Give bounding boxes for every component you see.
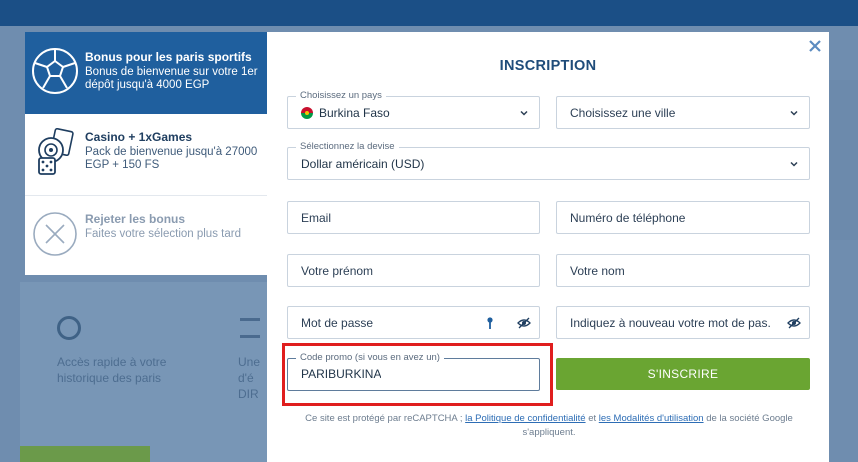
- key-icon[interactable]: [486, 316, 494, 330]
- burkina-flag-icon: [301, 106, 313, 119]
- country-label: Choisissez un pays: [296, 90, 386, 101]
- bonus-casino-desc: Pack de bienvenue jusqu'à 27000 EGP + 15…: [85, 146, 258, 171]
- chevron-down-icon: [790, 110, 798, 116]
- first-name-field[interactable]: Votre prénom: [287, 254, 540, 287]
- phone-placeholder: Numéro de téléphone: [570, 210, 686, 225]
- terms-link[interactable]: les Modalités d'utilisation: [599, 413, 704, 424]
- casino-chip-dice-icon: [38, 128, 74, 175]
- register-button[interactable]: S'INSCRIRE: [556, 358, 810, 390]
- close-icon[interactable]: [807, 38, 823, 54]
- eye-off-icon[interactable]: [787, 317, 801, 329]
- bonus-reject-title: Rejeter les bonus: [85, 212, 186, 226]
- background-side-text: Une d'é DIR: [238, 355, 261, 401]
- email-placeholder: Email: [301, 210, 332, 225]
- currency-label: Sélectionnez la devise: [296, 141, 399, 152]
- bonus-option-reject[interactable]: Rejeter les bonus Faites votre sélection…: [25, 196, 267, 275]
- chevron-down-icon: [790, 161, 798, 167]
- last-name-placeholder: Votre nom: [570, 263, 625, 278]
- recaptcha-legal-text: Ce site est protégé par reCAPTCHA ; la P…: [288, 412, 810, 440]
- currency-select[interactable]: Sélectionnez la devise Dollar américain …: [287, 141, 810, 180]
- bonus-option-sports[interactable]: Bonus pour les paris sportifs Bonus de b…: [25, 32, 267, 114]
- background-history-text: Accès rapide à votre historique des pari…: [57, 355, 167, 385]
- privacy-policy-link[interactable]: la Politique de confidentialité: [465, 413, 585, 424]
- phone-field[interactable]: Numéro de téléphone: [556, 201, 810, 234]
- password-field[interactable]: Mot de passe: [287, 306, 540, 339]
- close-circle-icon: [33, 212, 77, 256]
- modal-title: INSCRIPTION: [499, 58, 597, 74]
- password-confirm-field[interactable]: Indiquez à nouveau votre mot de pas...: [556, 306, 810, 339]
- city-placeholder: Choisissez une ville: [570, 105, 676, 120]
- bonus-option-casino[interactable]: Casino + 1xGames Pack de bienvenue jusqu…: [25, 114, 267, 196]
- country-select[interactable]: Choisissez un pays Burkina Faso: [287, 90, 540, 129]
- country-value-wrap: Burkina Faso: [301, 106, 390, 120]
- bonus-sports-title: Bonus pour les paris sportifs: [85, 50, 252, 64]
- bonus-sports-desc: Bonus de bienvenue sur votre 1er dépôt j…: [85, 66, 258, 91]
- chevron-down-icon: [520, 110, 528, 116]
- eye-off-icon[interactable]: [517, 317, 531, 329]
- country-value: Burkina Faso: [319, 105, 390, 120]
- legal-prefix: Ce site est protégé par reCAPTCHA ;: [305, 413, 466, 424]
- email-field[interactable]: Email: [287, 201, 540, 234]
- first-name-placeholder: Votre prénom: [301, 263, 374, 278]
- history-icon: [57, 316, 81, 340]
- bonus-panel: Bonus pour les paris sportifs Bonus de b…: [25, 32, 267, 275]
- bonus-casino-title: Casino + 1xGames: [85, 130, 193, 144]
- list-icon: [240, 318, 260, 338]
- promo-highlight-box: [282, 343, 553, 406]
- background-right-panel: [829, 80, 858, 240]
- last-name-field[interactable]: Votre nom: [556, 254, 810, 287]
- city-select[interactable]: Choisissez une ville: [556, 96, 810, 129]
- password-placeholder: Mot de passe: [301, 315, 374, 330]
- currency-value: Dollar américain (USD): [301, 156, 425, 171]
- soccer-ball-icon: [32, 48, 78, 94]
- background-topbar: [0, 0, 858, 26]
- password-confirm-placeholder: Indiquez à nouveau votre mot de pas...: [570, 315, 770, 330]
- legal-middle: et: [585, 413, 599, 424]
- bonus-reject-desc: Faites votre sélection plus tard: [85, 228, 241, 240]
- background-green-button: [20, 446, 150, 462]
